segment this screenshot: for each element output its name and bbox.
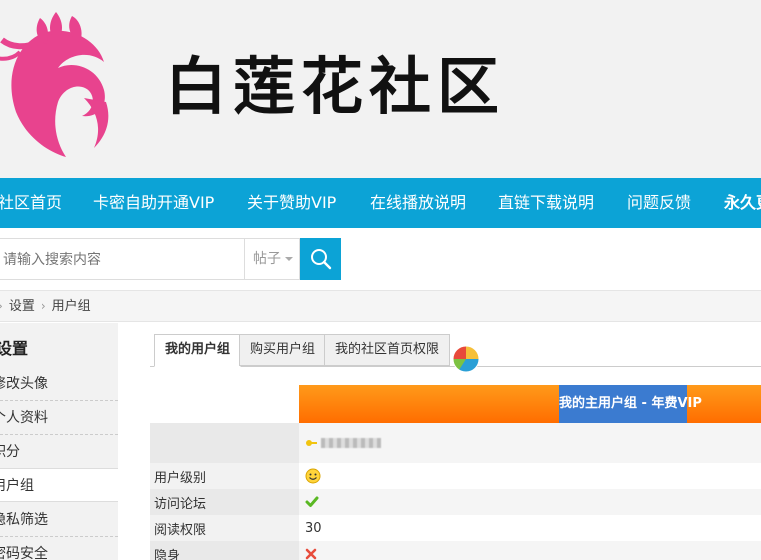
search-type-label: 帖子 — [253, 251, 281, 267]
nav-item-feedback[interactable]: 问题反馈 — [627, 178, 691, 228]
nav-item-online-play[interactable]: 在线播放说明 — [370, 178, 466, 228]
sidebar-title: 设置 — [0, 339, 29, 358]
site-title: 白莲花社区 — [165, 50, 506, 123]
blurred-username — [321, 438, 381, 448]
table-cell-value: 30 — [305, 520, 322, 536]
table-cell-value — [299, 541, 761, 560]
site-header: 白莲花社区 — [0, 0, 761, 178]
table-row — [150, 423, 761, 463]
cross-icon — [305, 548, 317, 560]
key-icon — [306, 440, 317, 446]
nav-item-card-vip[interactable]: 卡密自助开通VIP — [93, 178, 214, 228]
table-cell-value — [299, 489, 761, 515]
sidebar-item-label: 修改头像 — [0, 376, 48, 392]
table-cell-label: 隐身 — [150, 541, 299, 560]
colorful-ball-icon[interactable] — [451, 344, 481, 374]
breadcrumb-item-settings[interactable]: 设置 — [9, 299, 35, 314]
sidebar-item-label: 隐私筛选 — [0, 512, 48, 528]
breadcrumb-separator-icon: › — [0, 299, 3, 313]
table-cell-value — [299, 463, 761, 489]
table-cell-label: 访问论坛 — [150, 489, 299, 515]
breadcrumb: › 设置 › 用户组 — [0, 290, 761, 322]
search-input[interactable] — [0, 238, 244, 280]
sidebar-item-credits[interactable]: 积分 — [0, 435, 118, 469]
nav-item-direct-download[interactable]: 直链下载说明 — [498, 178, 594, 228]
sidebar-item-privacy[interactable]: 隐私筛选 — [0, 503, 118, 537]
table-row: 阅读权限 30 — [150, 515, 761, 541]
primary-usergroup-label: 我的主用户组 - 年费VIP — [559, 385, 702, 423]
nav-item-permanent[interactable]: 永久更 — [724, 178, 761, 228]
nav-item-sponsor-vip[interactable]: 关于赞助VIP — [247, 178, 336, 228]
breadcrumb-item-usergroup[interactable]: 用户组 — [52, 299, 91, 314]
tab-home-permissions[interactable]: 我的社区首页权限 — [324, 334, 451, 366]
sidebar-item-usergroup[interactable]: 用户组 — [0, 468, 118, 502]
table-cell-label — [150, 423, 299, 463]
chevron-down-icon — [285, 257, 293, 261]
tab-buy-usergroup[interactable]: 购买用户组 — [239, 334, 327, 366]
sidebar-item-password[interactable]: 密码安全 — [0, 537, 118, 560]
settings-sidebar: 设置 修改头像 个人资料 积分 用户组 隐私筛选 密码安全 — [0, 323, 118, 560]
sidebar-item-avatar[interactable]: 修改头像 — [0, 367, 118, 401]
smiley-icon — [305, 468, 321, 484]
tab-my-usergroup[interactable]: 我的用户组 — [154, 334, 242, 367]
table-row: 隐身 — [150, 541, 761, 560]
breadcrumb-separator-icon: › — [40, 299, 46, 313]
sidebar-item-label: 积分 — [0, 444, 20, 460]
sidebar-item-label: 个人资料 — [0, 410, 48, 426]
table-cell-value — [299, 423, 761, 463]
table-row: 用户级别 — [150, 463, 761, 489]
check-icon — [305, 496, 319, 507]
sidebar-item-profile[interactable]: 个人资料 — [0, 401, 118, 435]
logo-icon[interactable] — [0, 2, 136, 160]
search-icon — [310, 249, 331, 270]
main-nav: 社区首页 卡密自助开通VIP 关于赞助VIP 在线播放说明 直链下载说明 问题反… — [0, 178, 761, 228]
table-row: 访问论坛 — [150, 489, 761, 515]
nav-item-home[interactable]: 社区首页 — [0, 178, 62, 228]
sidebar-item-label: 用户组 — [0, 478, 34, 494]
search-button[interactable] — [300, 238, 341, 280]
table-cell-label: 用户级别 — [150, 463, 299, 489]
sidebar-item-label: 密码安全 — [0, 546, 48, 560]
table-cell-label: 阅读权限 — [150, 515, 299, 541]
search-type-select[interactable]: 帖子 — [244, 238, 300, 280]
